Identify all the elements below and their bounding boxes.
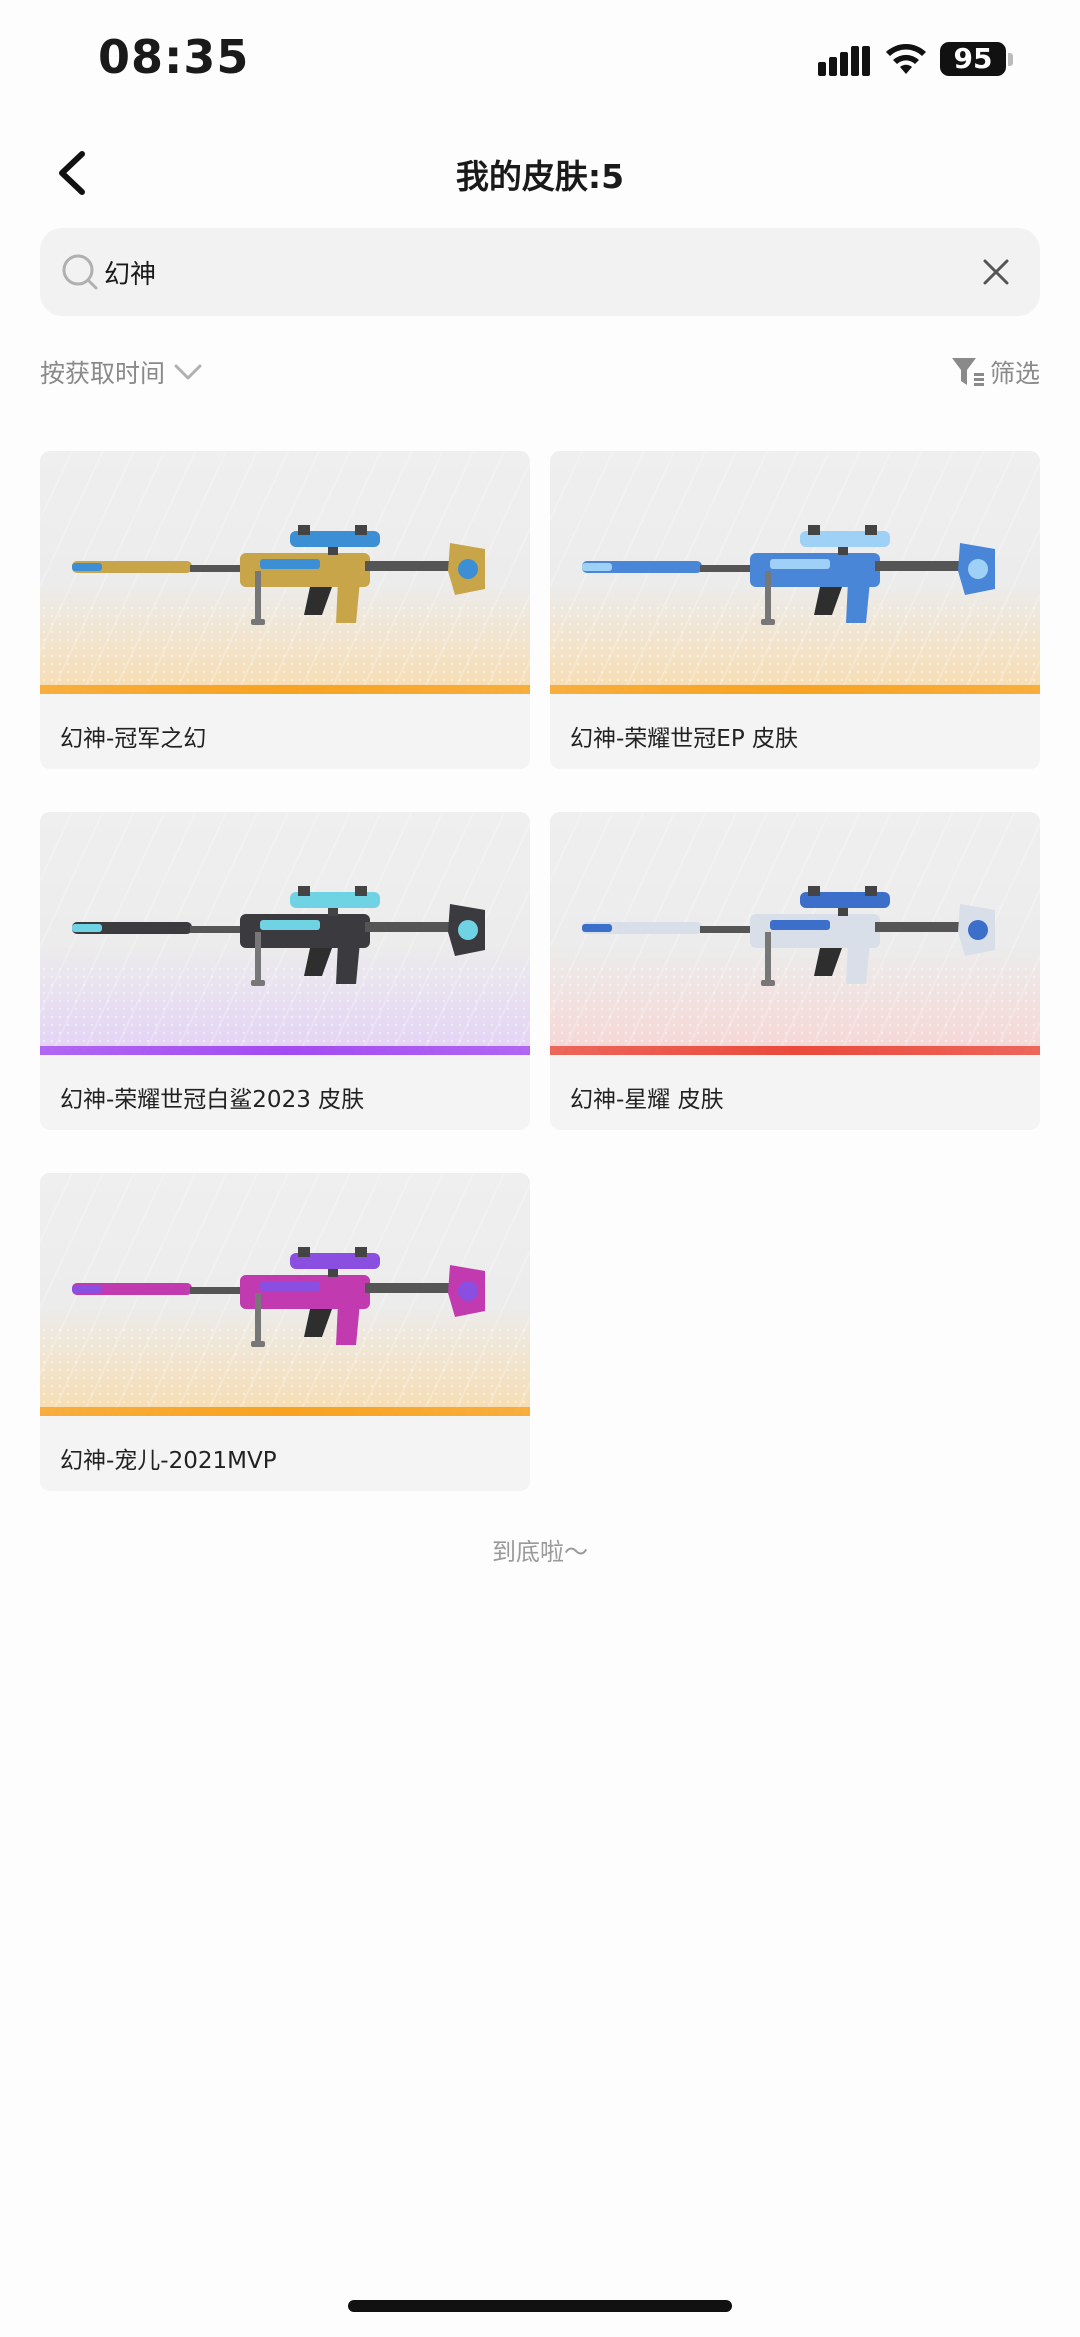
skin-name: 幻神-荣耀世冠白鲨2023 皮肤 [60, 1087, 365, 1113]
skin-image [550, 451, 1040, 694]
skin-image [40, 812, 530, 1055]
chevron-down-icon [174, 364, 202, 380]
skin-card[interactable]: 幻神-冠军之幻 [40, 451, 530, 769]
skin-name: 幻神-荣耀世冠EP 皮肤 [570, 726, 799, 752]
cellular-signal-icon [818, 46, 870, 76]
search-input[interactable] [104, 248, 964, 296]
sniper-rifle-icon [72, 1247, 485, 1347]
sort-label: 按获取时间 [40, 359, 166, 388]
end-of-list-text: 到底啦～ [492, 1538, 588, 1566]
status-bar: 08:35 95 [0, 0, 1080, 120]
clear-search-icon[interactable] [980, 256, 1012, 288]
rarity-bar [40, 685, 530, 694]
battery-tip [1008, 53, 1013, 66]
page-title: 我的皮肤:5 [455, 157, 625, 196]
filter-label: 筛选 [989, 359, 1040, 388]
sniper-rifle-icon [72, 525, 485, 625]
skin-image [40, 451, 530, 694]
rarity-bar [550, 685, 1040, 694]
battery-level: 95 [940, 42, 1006, 76]
skin-image [550, 812, 1040, 1055]
sniper-rifle-icon [582, 886, 995, 986]
sniper-rifle-icon [582, 525, 995, 625]
skin-card[interactable]: 幻神-星耀 皮肤 [550, 812, 1040, 1130]
skin-card[interactable]: 幻神-宠儿-2021MVP [40, 1173, 530, 1491]
skin-name: 幻神-冠军之幻 [60, 726, 207, 752]
skin-image [40, 1173, 530, 1416]
rarity-bar [40, 1046, 530, 1055]
search-icon [62, 254, 98, 290]
search-bar [40, 228, 1040, 316]
skin-card[interactable]: 幻神-荣耀世冠白鲨2023 皮肤 [40, 812, 530, 1130]
status-time: 08:35 [98, 30, 250, 84]
skin-name: 幻神-宠儿-2021MVP [60, 1448, 277, 1474]
rarity-bar [550, 1046, 1040, 1055]
skin-card[interactable]: 幻神-荣耀世冠EP 皮肤 [550, 451, 1040, 769]
rarity-bar [40, 1407, 530, 1416]
sniper-rifle-icon [72, 886, 485, 986]
wifi-icon [886, 44, 926, 74]
home-indicator[interactable] [348, 2300, 732, 2312]
sort-dropdown[interactable]: 按获取时间 [40, 352, 203, 392]
filter-icon [951, 358, 984, 386]
skin-name: 幻神-星耀 皮肤 [570, 1087, 724, 1113]
filter-button[interactable]: 筛选 [950, 352, 1040, 392]
